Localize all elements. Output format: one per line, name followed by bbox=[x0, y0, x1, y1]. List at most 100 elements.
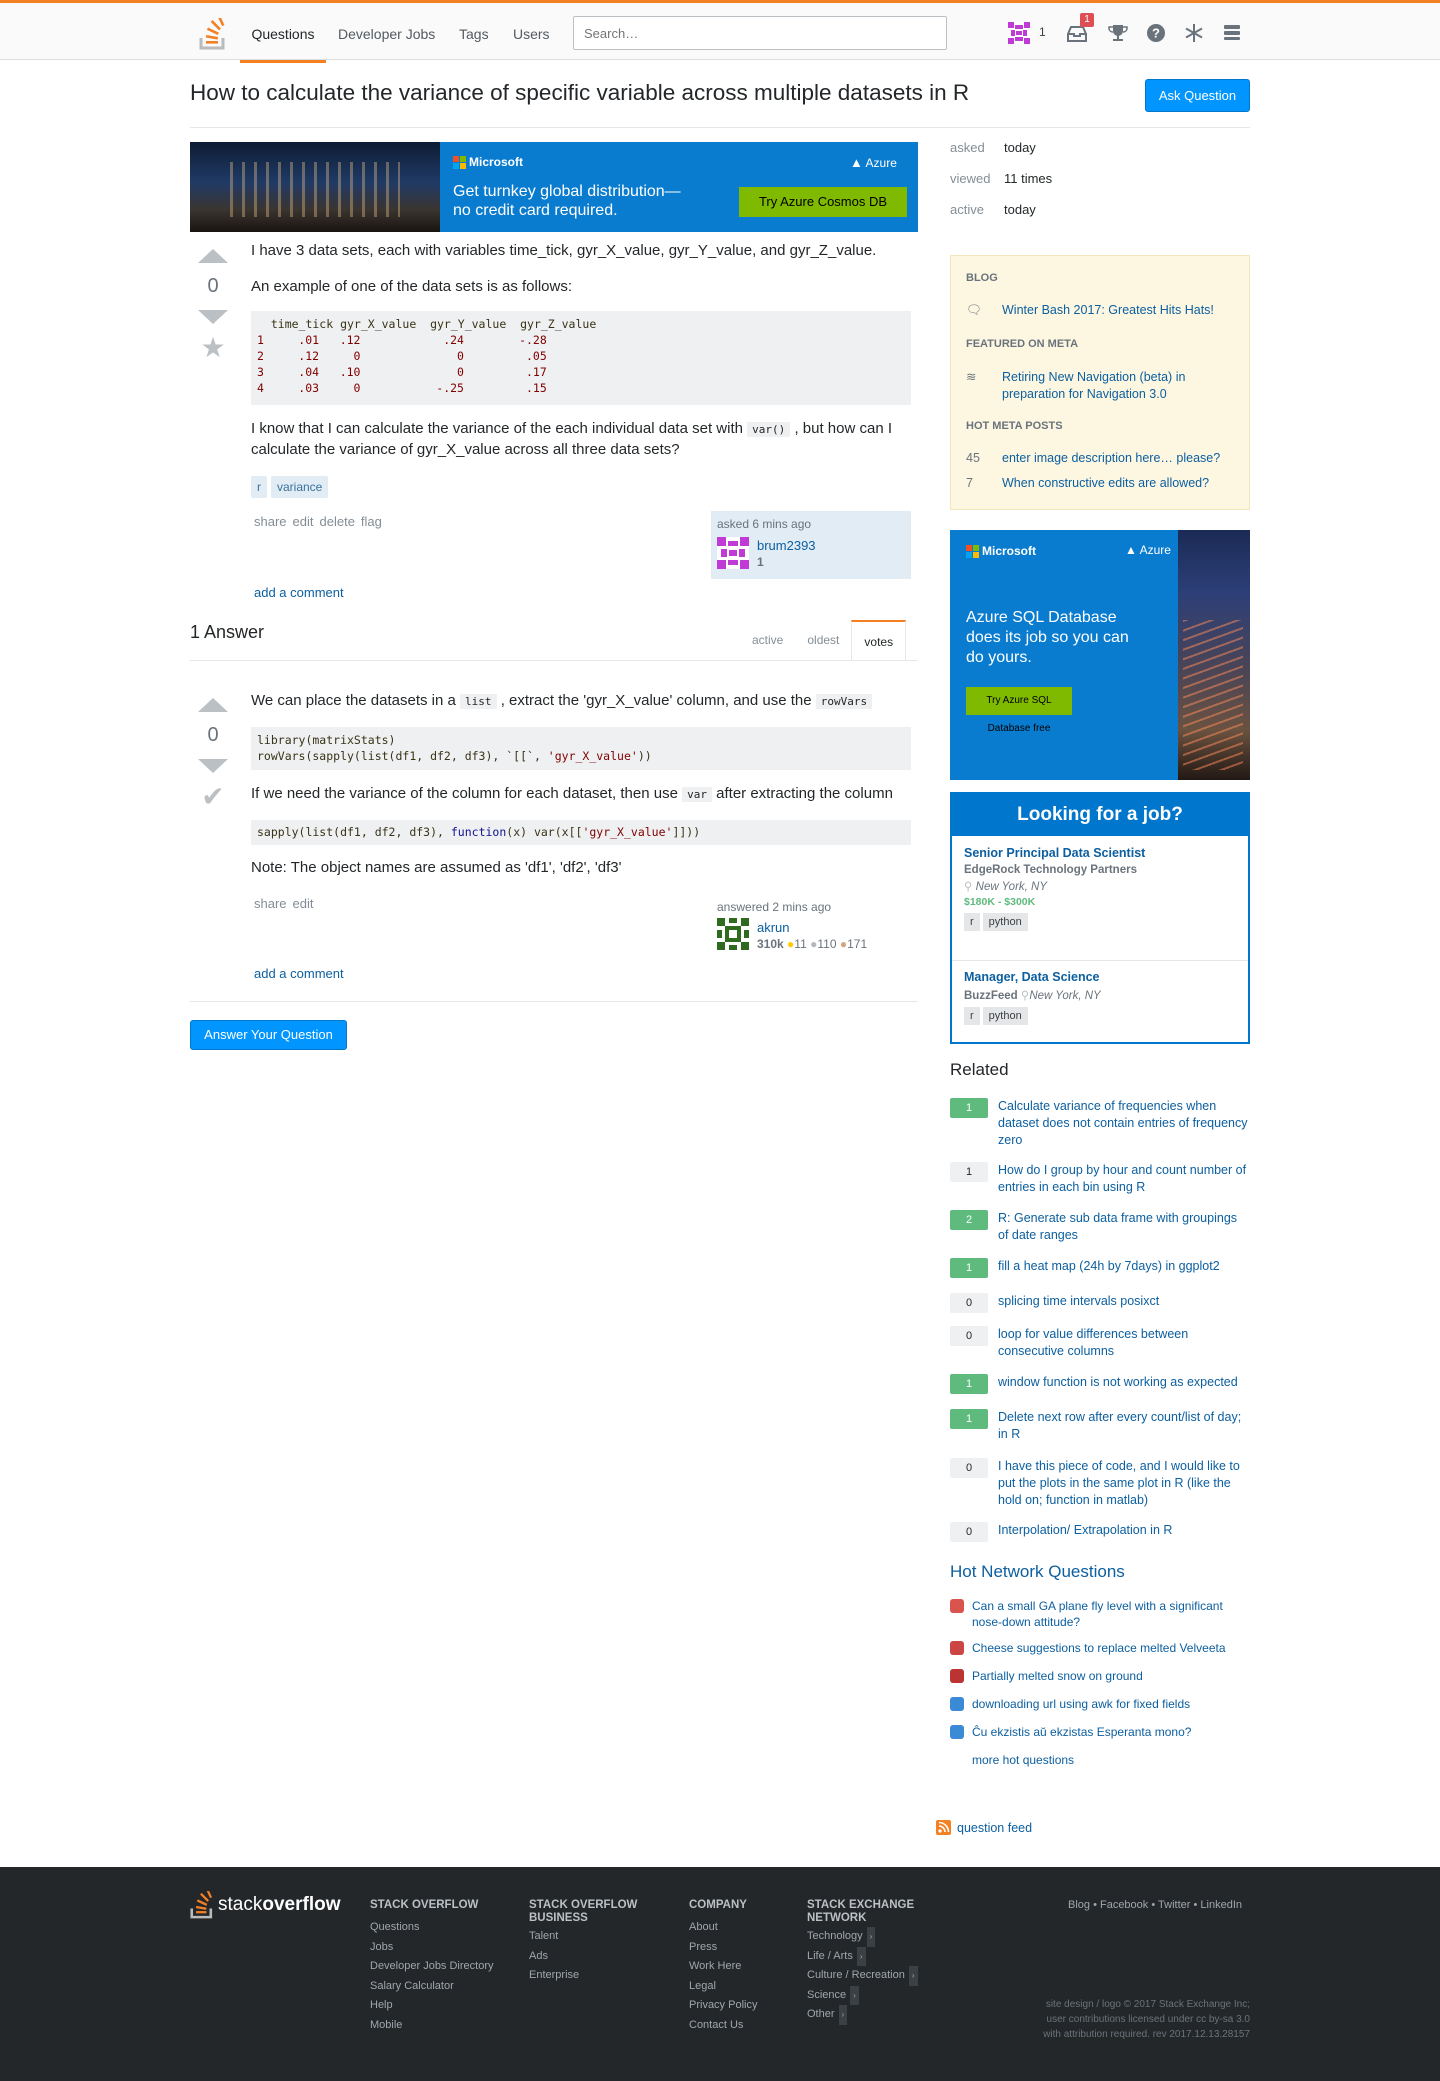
hot-network-item[interactable]: Cheese suggestions to replace melted Vel… bbox=[950, 1640, 1250, 1656]
hot-network-heading[interactable]: Hot Network Questions bbox=[950, 1562, 1125, 1582]
related-item[interactable]: 2 R: Generate sub data frame with groupin… bbox=[950, 1210, 1250, 1244]
hot-network-item[interactable]: Can a small GA plane fly level with a si… bbox=[950, 1598, 1250, 1630]
jobs-heading[interactable]: Looking for a job? bbox=[952, 794, 1248, 836]
footer-link[interactable]: Other › bbox=[807, 2005, 937, 2025]
nav-users[interactable]: Users bbox=[513, 6, 550, 63]
hot-network-link[interactable]: Can a small GA plane fly level with a si… bbox=[972, 1598, 1250, 1630]
feed-link[interactable]: question feed bbox=[957, 1821, 1032, 1835]
related-item[interactable]: 0 Interpolation/ Extrapolation in R bbox=[950, 1522, 1250, 1542]
footer-link-text[interactable]: Science bbox=[807, 1989, 846, 2001]
footer-column-heading[interactable]: STACK OVERFLOW BUSINESS bbox=[529, 1899, 654, 1927]
footer-link[interactable]: Salary Calculator bbox=[370, 1977, 500, 1997]
related-link[interactable]: fill a heat map (24h by 7days) in ggplot… bbox=[998, 1258, 1220, 1278]
related-link[interactable]: window function is not working as expect… bbox=[998, 1374, 1238, 1394]
footer-link[interactable]: Ads bbox=[529, 1947, 659, 1967]
hot-meta-link[interactable]: When constructive edits are allowed? bbox=[1002, 475, 1209, 492]
share-link[interactable]: share bbox=[254, 514, 287, 529]
related-link[interactable]: Calculate variance of frequencies when d… bbox=[998, 1098, 1250, 1149]
footer-link-text[interactable]: Contact Us bbox=[689, 2019, 743, 2031]
footer-link-text[interactable]: Culture / Recreation bbox=[807, 1969, 905, 1981]
footer-link[interactable]: Talent bbox=[529, 1927, 659, 1947]
footer-link-text[interactable]: Press bbox=[689, 1941, 717, 1953]
edit-link[interactable]: edit bbox=[293, 514, 314, 529]
nav-tags[interactable]: Tags bbox=[459, 6, 489, 63]
ad-cta-button[interactable]: Try Azure Cosmos DB bbox=[739, 187, 907, 217]
job-tag[interactable]: r bbox=[964, 1007, 980, 1025]
hot-meta-item[interactable]: 7 When constructive edits are allowed? bbox=[966, 475, 1236, 492]
footer-link[interactable]: Contact Us bbox=[689, 2016, 819, 2036]
hot-network-link[interactable]: Cheese suggestions to replace melted Vel… bbox=[972, 1640, 1226, 1656]
footer-link[interactable]: Legal bbox=[689, 1977, 819, 1997]
job-tag[interactable]: python bbox=[982, 1007, 1028, 1025]
footer-link-text[interactable]: Work Here bbox=[689, 1960, 741, 1972]
chevron-right-icon[interactable]: › bbox=[850, 1985, 859, 2005]
ad-banner-cosmos[interactable]: Microsoft ▲ Azure Get turnkey global dis… bbox=[190, 142, 918, 232]
hot-meta-item[interactable]: 45 enter image description here… please? bbox=[966, 450, 1236, 467]
hot-network-link[interactable]: Partially melted snow on ground bbox=[972, 1668, 1143, 1684]
upvote-arrow-icon[interactable] bbox=[198, 249, 228, 263]
related-item[interactable]: 0 splicing time intervals posixct bbox=[950, 1293, 1250, 1313]
delete-link[interactable]: delete bbox=[320, 514, 355, 529]
footer-link-text[interactable]: Enterprise bbox=[529, 1969, 579, 1981]
footer-link[interactable]: Privacy Policy bbox=[689, 1996, 819, 2016]
footer-link[interactable]: Mobile bbox=[370, 2016, 500, 2036]
footer-link-text[interactable]: Help bbox=[370, 1999, 393, 2011]
footer-link-text[interactable]: Salary Calculator bbox=[370, 1980, 454, 1992]
snowflake-icon[interactable] bbox=[1183, 22, 1205, 44]
ask-question-button[interactable]: Ask Question bbox=[1145, 79, 1250, 112]
footer-link-text[interactable]: Mobile bbox=[370, 2019, 402, 2031]
footer-column-heading[interactable]: STACK EXCHANGE NETWORK bbox=[807, 1899, 932, 1927]
footer-link[interactable]: Science › bbox=[807, 1985, 937, 2005]
footer-link-text[interactable]: Legal bbox=[689, 1980, 716, 1992]
chevron-right-icon[interactable]: › bbox=[866, 1927, 876, 1947]
footer-link[interactable]: Life / Arts › bbox=[807, 1946, 937, 1966]
related-link[interactable]: R: Generate sub data frame with grouping… bbox=[998, 1210, 1250, 1244]
footer-link-text[interactable]: Talent bbox=[529, 1930, 558, 1942]
related-link[interactable]: Delete next row after every count/list o… bbox=[998, 1409, 1250, 1443]
add-comment-link[interactable]: add a comment bbox=[254, 966, 344, 981]
footer-link-text[interactable]: Ads bbox=[529, 1950, 548, 1962]
meta-link[interactable]: Retiring New Navigation (beta) in prepar… bbox=[1002, 369, 1236, 403]
footer-link[interactable]: Help bbox=[370, 1996, 500, 2016]
job-listing[interactable]: Manager, Data Science BuzzFeed ⚲New York… bbox=[964, 970, 1240, 1025]
hot-network-item[interactable]: downloading url using awk for fixed fiel… bbox=[950, 1696, 1250, 1712]
tag-r[interactable]: r bbox=[251, 476, 267, 498]
nav-developer-jobs[interactable]: Developer Jobs bbox=[338, 6, 435, 63]
footer-link-text[interactable]: Privacy Policy bbox=[689, 1999, 757, 2011]
chevron-right-icon[interactable]: › bbox=[908, 1966, 918, 1986]
related-link[interactable]: loop for value differences between conse… bbox=[998, 1326, 1250, 1360]
chevron-right-icon[interactable]: › bbox=[856, 1946, 866, 1966]
answer-your-question-button[interactable]: Answer Your Question bbox=[190, 1020, 347, 1050]
footer-link-text[interactable]: Jobs bbox=[370, 1941, 393, 1953]
downvote-arrow-icon[interactable] bbox=[198, 310, 228, 324]
search-input[interactable] bbox=[573, 16, 947, 50]
hot-network-link[interactable]: Ĉu ekzistis aŭ ekzistas Esperanta mono? bbox=[972, 1724, 1191, 1740]
site-switcher-icon[interactable] bbox=[1221, 22, 1243, 44]
nav-questions[interactable]: Questions bbox=[240, 6, 326, 63]
footer-link[interactable]: Technology › bbox=[807, 1927, 937, 1947]
achievements-icon[interactable] bbox=[1107, 22, 1129, 44]
user-avatar-icon[interactable] bbox=[717, 918, 749, 950]
footer-link[interactable]: Questions bbox=[370, 1918, 500, 1938]
flag-link[interactable]: flag bbox=[361, 514, 382, 529]
footer-link[interactable]: Press bbox=[689, 1938, 819, 1958]
hot-network-item[interactable]: Partially melted snow on ground bbox=[950, 1668, 1250, 1684]
footer-link[interactable]: Work Here bbox=[689, 1957, 819, 1977]
meta-item[interactable]: ≋ Retiring New Navigation (beta) in prepa… bbox=[966, 369, 1236, 403]
favorite-star-icon[interactable]: ★ bbox=[190, 334, 236, 362]
footer-link[interactable]: Enterprise bbox=[529, 1966, 659, 1986]
footer-link[interactable]: About bbox=[689, 1918, 819, 1938]
question-feed[interactable]: question feed bbox=[936, 1820, 1032, 1835]
tag-variance[interactable]: variance bbox=[271, 476, 329, 498]
related-item[interactable]: 1 Delete next row after every count/list … bbox=[950, 1409, 1250, 1443]
related-link[interactable]: Interpolation/ Extrapolation in R bbox=[998, 1522, 1172, 1542]
share-link[interactable]: share bbox=[254, 896, 287, 911]
hot-network-item[interactable]: Ĉu ekzistis aŭ ekzistas Esperanta mono? bbox=[950, 1724, 1250, 1740]
job-title[interactable]: Senior Principal Data Scientist bbox=[964, 846, 1240, 860]
tab-oldest[interactable]: oldest bbox=[795, 620, 851, 661]
footer-link-text[interactable]: Developer Jobs Directory bbox=[370, 1960, 494, 1972]
related-item[interactable]: 0 loop for value differences between cons… bbox=[950, 1326, 1250, 1360]
answerer-username[interactable]: akrun bbox=[757, 920, 790, 935]
chevron-right-icon[interactable]: › bbox=[838, 2005, 848, 2025]
related-item[interactable]: 1 How do I group by hour and count number… bbox=[950, 1162, 1250, 1196]
